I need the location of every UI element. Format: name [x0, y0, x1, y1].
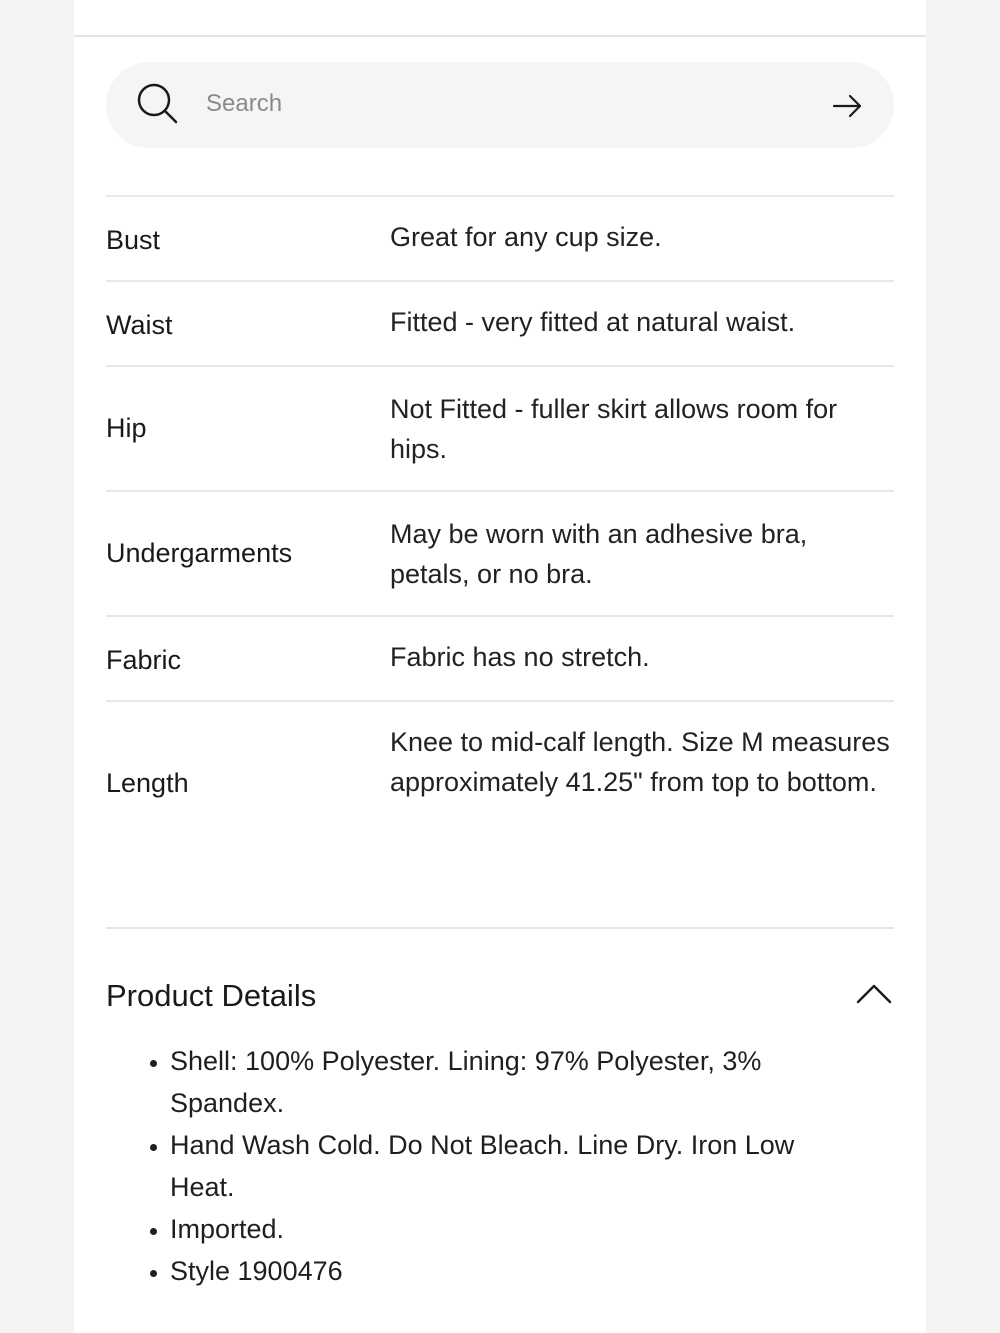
search-submit-button[interactable] [830, 88, 866, 124]
fit-value: Knee to mid-calf length. Size M measures… [390, 727, 890, 797]
fit-row-waist: Waist Fitted - very fitted at natural wa… [106, 280, 894, 365]
search-input[interactable] [206, 84, 806, 124]
search-bar[interactable] [106, 62, 894, 148]
header-divider [74, 35, 926, 37]
product-details-toggle[interactable]: Product Details [106, 968, 894, 1028]
fit-value: Fitted - very fitted at natural waist. [390, 306, 796, 337]
arrow-right-icon [830, 94, 866, 127]
fit-label: Waist [106, 310, 173, 340]
fit-row-bust: Bust Great for any cup size. [106, 195, 894, 280]
fit-label: Bust [106, 225, 161, 255]
fit-row-length: Length Knee to mid-calf length. Size M m… [106, 700, 894, 850]
list-item: Hand Wash Cold. Do Not Bleach. Line Dry.… [170, 1124, 866, 1208]
fit-table: Bust Great for any cup size. Waist Fitte… [106, 195, 894, 850]
fit-label: Undergarments [106, 538, 293, 568]
fit-value: Fabric has no stretch. [390, 641, 650, 672]
search-icon[interactable] [136, 82, 180, 126]
fit-value: Great for any cup size. [390, 221, 662, 252]
product-fit-page: Bust Great for any cup size. Waist Fitte… [74, 0, 926, 1333]
fit-label: Fabric [106, 645, 182, 675]
product-details-list: Shell: 100% Polyester. Lining: 97% Polye… [106, 1040, 866, 1292]
fit-value: Not Fitted - fuller skirt allows room fo… [390, 393, 838, 464]
product-details-title: Product Details [106, 978, 317, 1013]
list-item: Imported. [170, 1208, 866, 1250]
fit-row-fabric: Fabric Fabric has no stretch. [106, 615, 894, 700]
fit-label: Hip [106, 413, 147, 443]
fit-value: May be worn with an adhesive bra, petals… [390, 518, 808, 589]
fit-row-hip: Hip Not Fitted - fuller skirt allows roo… [106, 365, 894, 490]
fit-row-undergarments: Undergarments May be worn with an adhesi… [106, 490, 894, 615]
fit-label: Length [106, 768, 189, 798]
list-item: Shell: 100% Polyester. Lining: 97% Polye… [170, 1040, 866, 1124]
section-divider [106, 927, 894, 929]
list-item: Style 1900476 [170, 1250, 866, 1292]
chevron-up-icon[interactable] [854, 980, 894, 1008]
